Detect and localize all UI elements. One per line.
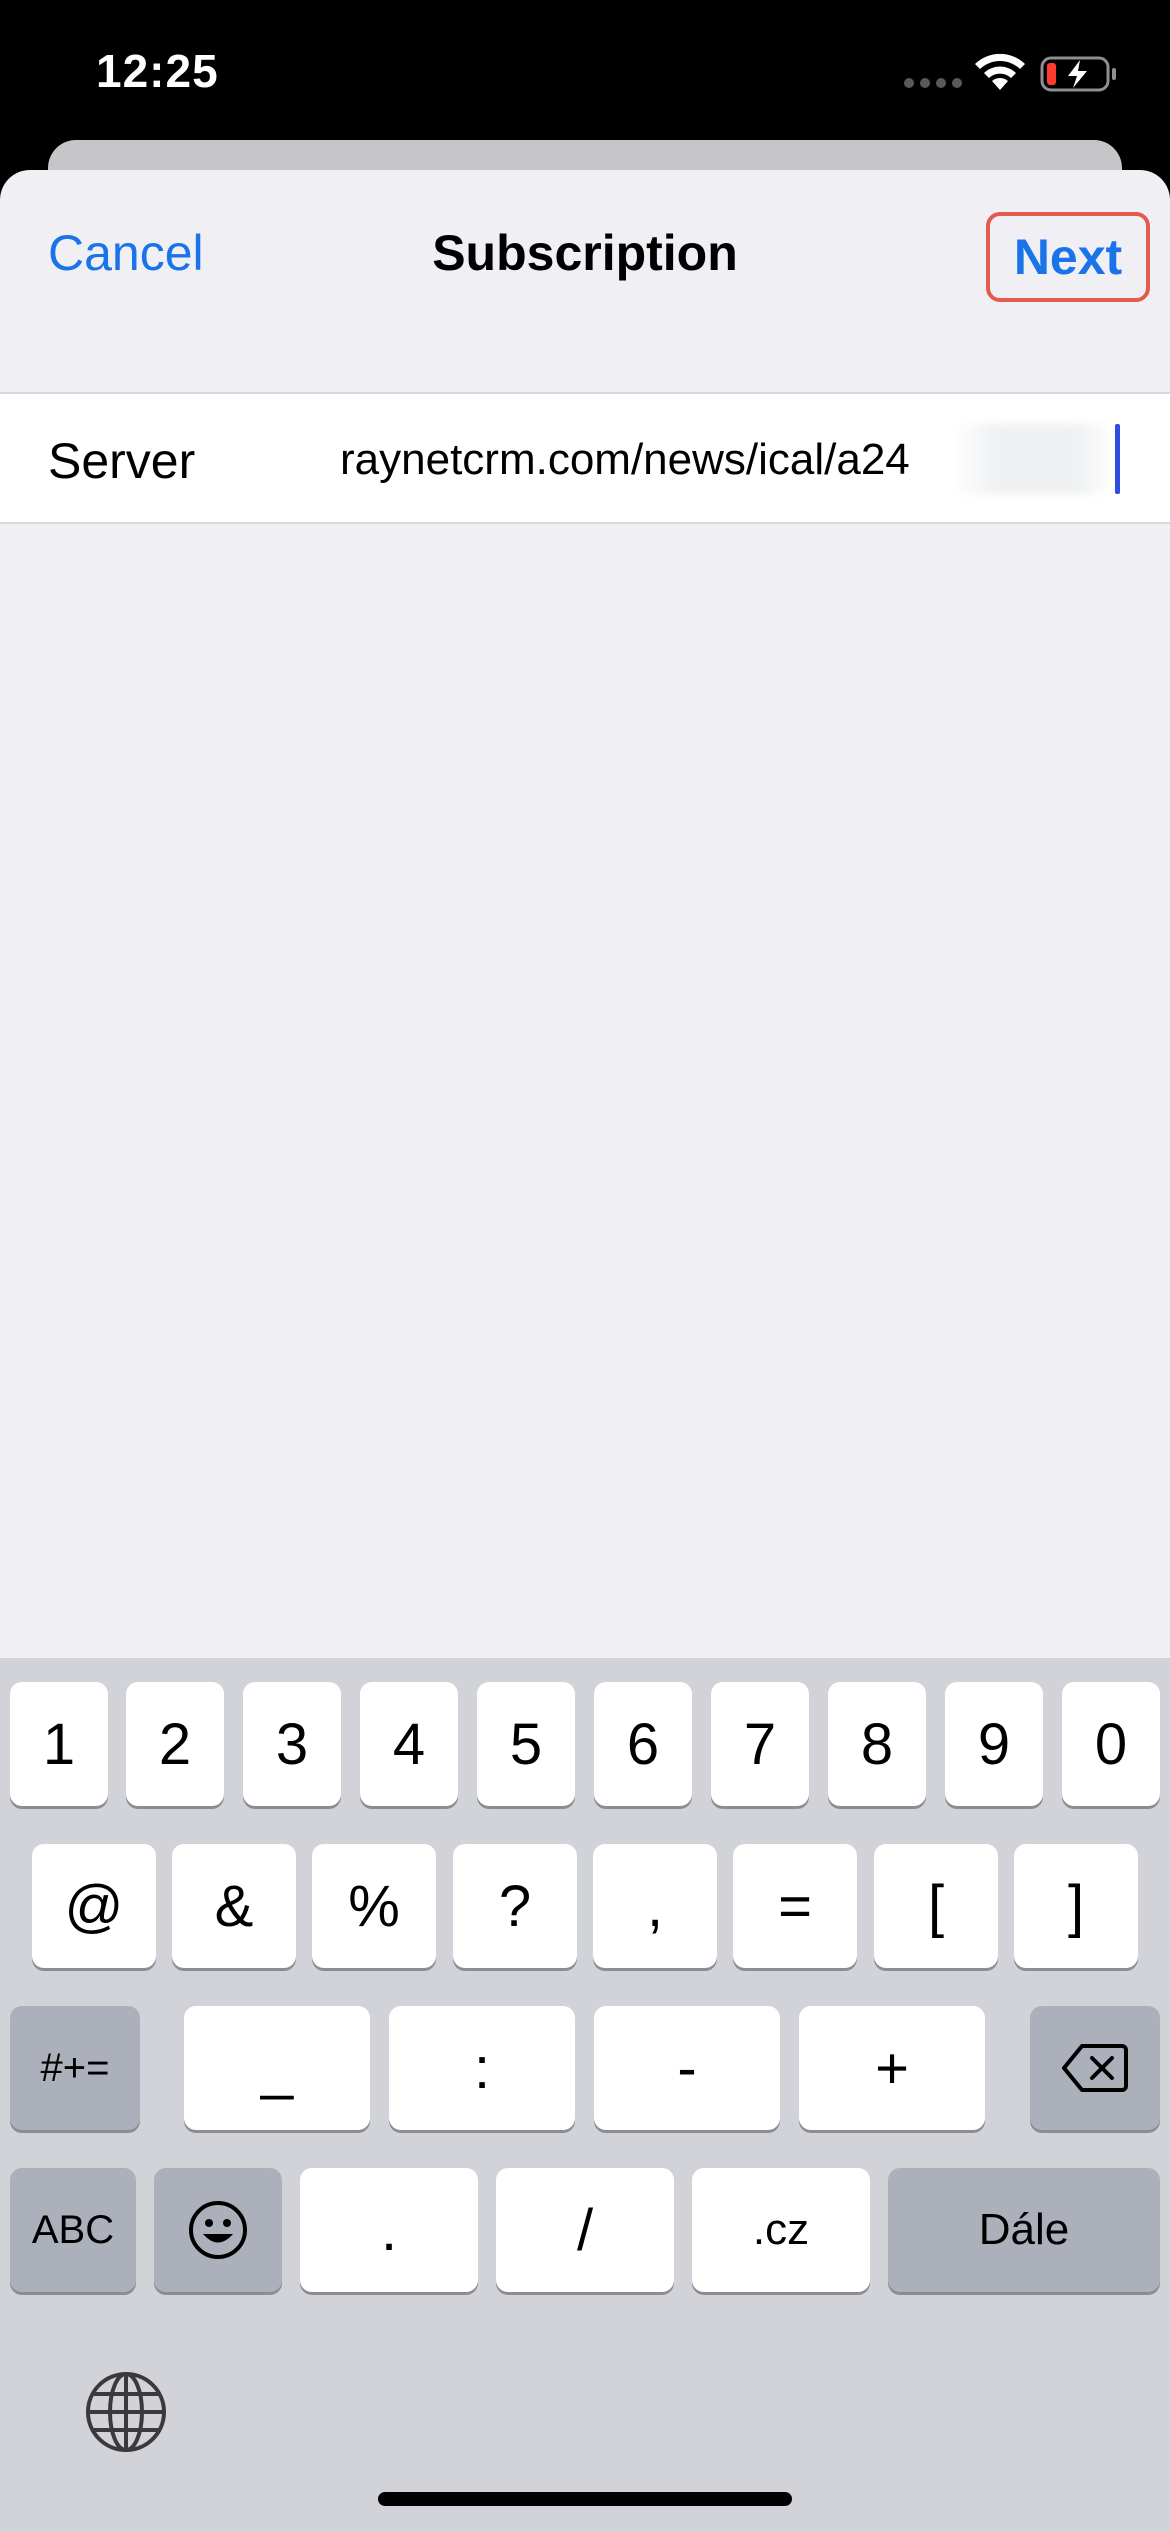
key-1[interactable]: 1 bbox=[10, 1682, 108, 1806]
status-time: 12:25 bbox=[96, 45, 219, 97]
key-percent[interactable]: % bbox=[312, 1844, 436, 1968]
status-bar: 12:25 bbox=[0, 0, 1170, 150]
keyboard: 1 2 3 4 5 6 7 8 9 0 @ & % ? , = [ ] #+= … bbox=[0, 1658, 1170, 2532]
server-label: Server bbox=[48, 433, 196, 489]
cancel-button[interactable]: Cancel bbox=[48, 224, 204, 282]
key-9[interactable]: 9 bbox=[945, 1682, 1043, 1806]
abc-key[interactable]: ABC bbox=[10, 2168, 136, 2292]
key-colon[interactable]: : bbox=[389, 2006, 575, 2130]
symbols-key[interactable]: #+= bbox=[10, 2006, 140, 2130]
redacted-text bbox=[950, 424, 1115, 494]
server-row: Server bbox=[0, 392, 1170, 524]
key-equals[interactable]: = bbox=[733, 1844, 857, 1968]
key-2[interactable]: 2 bbox=[126, 1682, 224, 1806]
key-7[interactable]: 7 bbox=[711, 1682, 809, 1806]
key-minus[interactable]: - bbox=[594, 2006, 780, 2130]
go-key[interactable]: Dále bbox=[888, 2168, 1160, 2292]
key-question[interactable]: ? bbox=[453, 1844, 577, 1968]
key-ampersand[interactable]: & bbox=[172, 1844, 296, 1968]
battery-charging-icon bbox=[1040, 56, 1116, 92]
navigation-bar: Cancel Subscription Next bbox=[0, 170, 1170, 390]
key-domain-cz[interactable]: .cz bbox=[692, 2168, 870, 2292]
wifi-icon bbox=[975, 53, 1025, 90]
globe-icon[interactable] bbox=[84, 2370, 168, 2454]
backspace-icon bbox=[1062, 2044, 1128, 2092]
key-slash[interactable]: / bbox=[496, 2168, 674, 2292]
emoji-icon bbox=[189, 2201, 247, 2259]
key-8[interactable]: 8 bbox=[828, 1682, 926, 1806]
delete-key[interactable] bbox=[1030, 2006, 1160, 2130]
text-caret bbox=[1115, 424, 1120, 494]
cellular-signal-icon bbox=[904, 78, 962, 88]
key-plus[interactable]: + bbox=[799, 2006, 985, 2130]
key-comma[interactable]: , bbox=[593, 1844, 717, 1968]
emoji-key[interactable] bbox=[154, 2168, 282, 2292]
key-at[interactable]: @ bbox=[32, 1844, 156, 1968]
key-bracket-left[interactable]: [ bbox=[874, 1844, 998, 1968]
key-3[interactable]: 3 bbox=[243, 1682, 341, 1806]
key-0[interactable]: 0 bbox=[1062, 1682, 1160, 1806]
key-dot[interactable]: . bbox=[300, 2168, 478, 2292]
key-underscore[interactable]: _ bbox=[184, 2006, 370, 2130]
key-bracket-right[interactable]: ] bbox=[1014, 1844, 1138, 1968]
key-6[interactable]: 6 bbox=[594, 1682, 692, 1806]
next-button[interactable]: Next bbox=[986, 212, 1150, 302]
key-4[interactable]: 4 bbox=[360, 1682, 458, 1806]
home-indicator[interactable] bbox=[378, 2492, 792, 2506]
key-5[interactable]: 5 bbox=[477, 1682, 575, 1806]
